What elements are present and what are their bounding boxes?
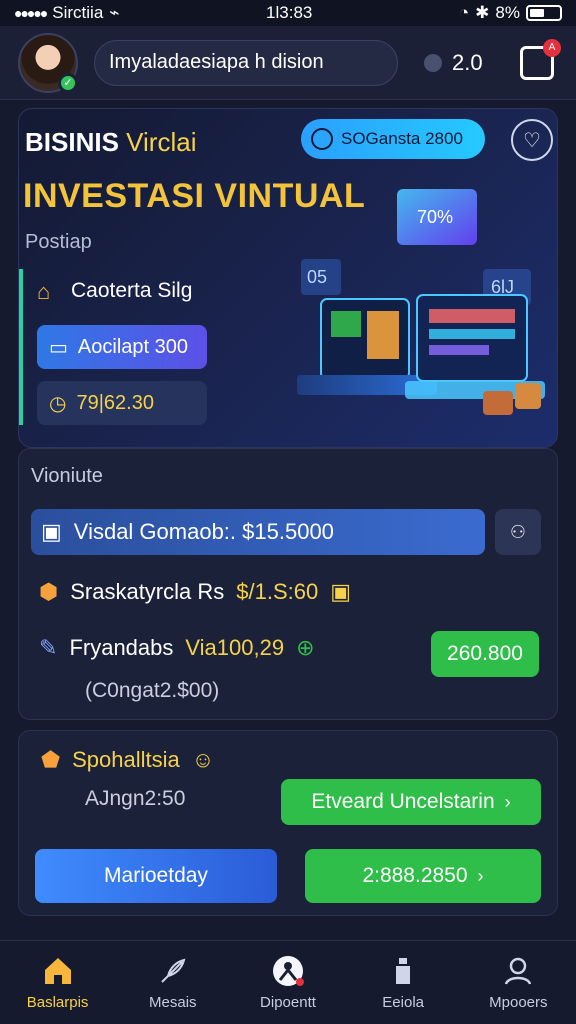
status-right: ◔ ✱ 8%: [459, 3, 562, 23]
status-bar: ●●●●● Sirctiia ⌁ 1l3:83 ◔ ✱ 8%: [0, 0, 576, 26]
info-bar[interactable]: ▣ Visdal Gomaob:. $15.5000: [31, 509, 485, 555]
battery-percent: 8%: [495, 3, 520, 22]
wallet-icon: ▣: [41, 519, 62, 544]
card-summary: Vioniute ▣ Visdal Gomaob:. $15.5000 ⚇ ⬢ …: [18, 448, 558, 720]
summary-row-value: $/1.S:60: [236, 579, 319, 604]
bottom-nav: Baslarpis Mesais Dipoentt Eeiola Mpooers: [0, 940, 576, 1024]
hero-illustration: 70% 05 6lJ: [297, 189, 545, 415]
nav-item-label: Baslarpis: [26, 994, 89, 1011]
info-bar-text: Visdal Gomaob:. $15.5000: [73, 519, 334, 544]
amount-action-button[interactable]: 2:888.2850 ›: [305, 849, 541, 903]
clock-icon: ◷: [49, 392, 67, 415]
notification-badge: A: [543, 39, 561, 57]
gift-icon: ⬢: [39, 579, 59, 604]
note-text: (C0ngat2.$00): [85, 679, 220, 702]
hero-list-item-label: Caoterta Silg: [71, 279, 193, 302]
plus-badge-icon: ⊕: [296, 635, 315, 660]
hero-brand-name: BISINIS: [25, 127, 119, 157]
coin-badge-icon: ▣: [330, 579, 352, 604]
people-icon: ⚇: [509, 521, 527, 542]
signal-icon: ●●●●●: [14, 5, 48, 21]
pen-icon: ✎: [39, 635, 58, 660]
summary-row[interactable]: ⬢ Sraskatyrcla Rs $/1.S:60 ▣: [39, 579, 351, 605]
chevron-right-icon: ›: [477, 865, 484, 886]
avatar[interactable]: ✓: [18, 32, 78, 93]
nav-item-label: Mpooers: [489, 994, 548, 1011]
coin-balance[interactable]: 2.0: [424, 50, 483, 76]
app-header: ✓ Imyaladaesiapa h dision 2.0 A: [0, 26, 576, 100]
home-icon: [44, 958, 71, 984]
shield-icon: ⬟: [41, 747, 61, 772]
nav-item-messages[interactable]: Mesais: [115, 954, 230, 1011]
user-icon: [505, 957, 532, 985]
card-summary-label: Vioniute: [31, 465, 103, 487]
bookmark-icon: ▭: [49, 336, 68, 359]
person-icon: [272, 956, 304, 986]
status-left: ●●●●● Sirctiia ⌁: [14, 3, 120, 23]
card-actions-title-label: Spohalltsia: [72, 747, 180, 772]
hero-chip-label: SOGansta 2800: [341, 129, 463, 148]
search-text: Imyaladaesiapa h dision: [109, 51, 324, 73]
nav-item-home[interactable]: Baslarpis: [0, 954, 115, 1011]
nav-item-label: Mesais: [149, 994, 197, 1011]
hero-brand: BISINIS Virclai: [25, 127, 196, 158]
nav-item-label: Eeiola: [382, 994, 424, 1011]
home-icon: ⌂: [37, 279, 51, 304]
bottle-icon: [396, 958, 411, 984]
nav-item-profile[interactable]: Mpooers: [461, 954, 576, 1011]
hero-brand-accent: Virclai: [126, 127, 197, 157]
people-button[interactable]: ⚇: [495, 509, 541, 555]
hero-chip-button[interactable]: SOGansta 2800: [301, 119, 485, 159]
nav-item-label: Dipoentt: [260, 994, 316, 1011]
summary-row[interactable]: ✎ Fryandabs Via100,29 ⊕: [39, 635, 315, 661]
hero-pill-blue[interactable]: ▭ Aocilapt 300: [37, 325, 207, 369]
card-actions-title: ⬟ Spohalltsia ☺: [41, 747, 214, 773]
alarm-icon: ◔: [458, 3, 470, 22]
hero-list-item[interactable]: ⌂ Caoterta Silg: [37, 269, 269, 313]
online-check-icon: ✓: [58, 72, 78, 93]
amount-button[interactable]: 260.800: [431, 631, 539, 677]
hero-pill-blue-label: Aocilapt 300: [77, 335, 188, 358]
emoji-icon: ☺: [191, 747, 215, 772]
chevron-right-icon: ›: [504, 791, 511, 812]
art-label-top: 70%: [417, 207, 453, 227]
hero-pill-dark-label: 79|62.30: [76, 391, 154, 414]
favorite-button[interactable]: ♡: [511, 119, 553, 161]
heart-icon: ♡: [523, 129, 541, 152]
coin-value: 2.0: [452, 49, 483, 75]
card-actions-sub: AJngn2:50: [85, 787, 186, 810]
notifications-button[interactable]: A: [520, 39, 561, 80]
search-bar[interactable]: Imyaladaesiapa h dision: [94, 39, 398, 86]
hero-list: ⌂ Caoterta Silg ▭ Aocilapt 300 ◷ 79|62.3…: [19, 269, 269, 425]
summary-row-label: Sraskatyrcla Rs: [70, 579, 225, 604]
wifi-icon: ⌁: [109, 3, 120, 22]
nav-item-center[interactable]: Dipoentt: [230, 954, 345, 1011]
primary-action-label: Etveard Uncelstarin: [311, 790, 495, 813]
art-label-left: 05: [307, 267, 327, 287]
hero-subheading: Postiap: [25, 231, 92, 253]
feather-icon: [161, 958, 186, 983]
summary-row-label: Fryandabs: [69, 635, 174, 660]
hero-banner[interactable]: BISINIS Virclai SOGansta 2800 ♡ INVESTAS…: [18, 108, 558, 448]
hero-pill-dark[interactable]: ◷ 79|62.30: [37, 381, 207, 425]
coin-icon: [424, 53, 442, 72]
battery-icon: [525, 5, 562, 21]
bluetooth-icon: ✱: [475, 3, 490, 22]
blue-action-button[interactable]: Marioetday: [35, 849, 277, 903]
nav-item-shop[interactable]: Eeiola: [346, 954, 461, 1011]
primary-action-button[interactable]: Etveard Uncelstarin ›: [281, 779, 541, 825]
summary-row-value: Via100,29: [185, 635, 285, 660]
card-actions: ⬟ Spohalltsia ☺ AJngn2:50 Etveard Uncels…: [18, 730, 558, 916]
chip-icon: [311, 128, 333, 150]
amount-action-label: 2:888.2850: [362, 864, 468, 887]
carrier-label: Sirctiia: [52, 3, 104, 22]
clock: 1l3:83: [266, 3, 313, 22]
